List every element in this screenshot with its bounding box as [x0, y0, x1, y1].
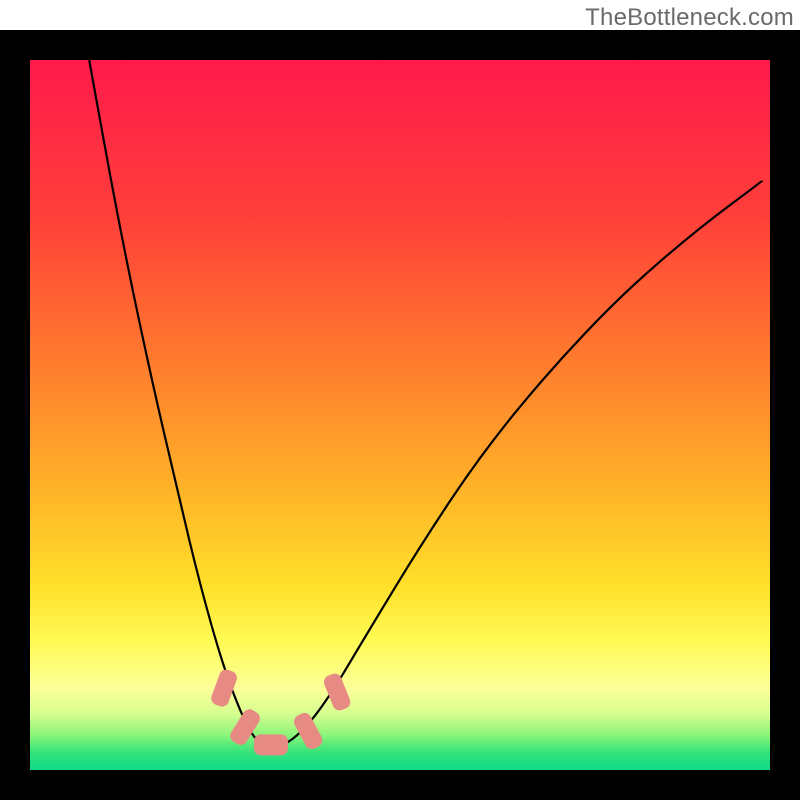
- bottleneck-curve: [30, 60, 770, 770]
- plot-border: [0, 30, 800, 60]
- plot-border: [0, 30, 30, 800]
- chart-frame: TheBottleneck.com: [0, 0, 800, 800]
- plot-area: [30, 60, 770, 770]
- watermark-text: TheBottleneck.com: [585, 4, 794, 32]
- plot-border: [770, 30, 800, 800]
- plot-border: [0, 770, 800, 800]
- curve-marker: [253, 734, 287, 755]
